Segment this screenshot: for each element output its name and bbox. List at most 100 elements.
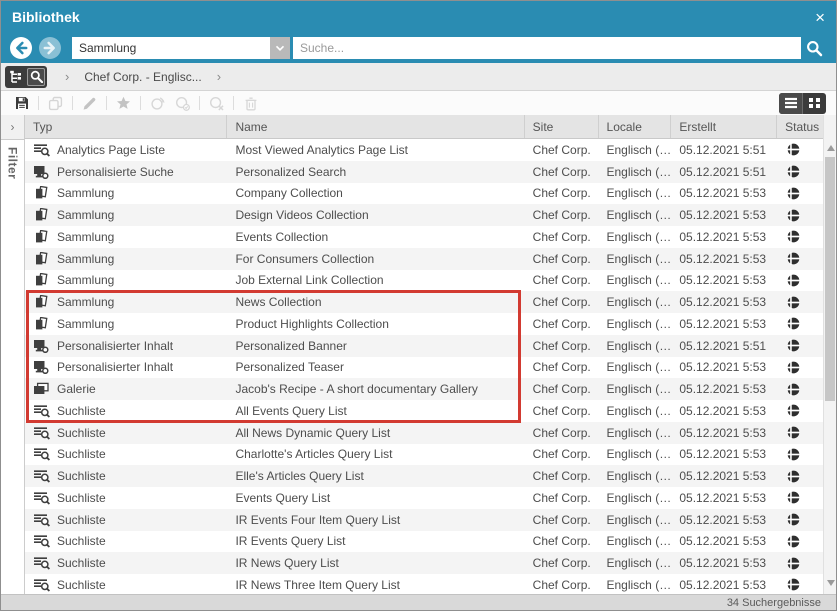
favorite-icon[interactable]: [115, 95, 132, 112]
column-header-locale[interactable]: Locale: [599, 115, 672, 138]
breadcrumb-bar: › Chef Corp. - Englisc... ›: [1, 63, 836, 91]
filter-expander-button[interactable]: ›: [1, 115, 24, 140]
table-row[interactable]: Personalisierter InhaltPersonalized Teas…: [25, 357, 823, 379]
column-header-erstellt[interactable]: Erstellt: [671, 115, 777, 138]
search-input[interactable]: [293, 37, 801, 59]
table-row[interactable]: SammlungFor Consumers CollectionChef Cor…: [25, 248, 823, 270]
cell-created: 05.12.2021 5:51: [671, 165, 777, 179]
table-row[interactable]: SammlungNews CollectionChef Corp.Englisc…: [25, 291, 823, 313]
table-row[interactable]: Personalisierte Suche Personalized Search…: [25, 161, 823, 183]
status-icon: [777, 317, 823, 330]
column-header-name[interactable]: Name: [227, 115, 524, 138]
table-row[interactable]: Analytics Page ListeMost Viewed Analytic…: [25, 139, 823, 161]
type-filter-dropdown[interactable]: [72, 37, 290, 59]
table-row[interactable]: SammlungDesign Videos CollectionChef Cor…: [25, 204, 823, 226]
cell-created: 05.12.2021 5:51: [671, 143, 777, 157]
cell-site: Chef Corp.: [525, 252, 599, 266]
cell-locale: Englisch (…: [599, 404, 672, 418]
withdraw-icon[interactable]: [149, 95, 166, 112]
cell-created: 05.12.2021 5:53: [671, 230, 777, 244]
scroll-down-icon[interactable]: [827, 580, 835, 586]
status-icon: [777, 230, 823, 243]
cell-site: Chef Corp.: [525, 382, 599, 396]
cell-created: 05.12.2021 5:53: [671, 534, 777, 548]
cell-name: Personalized Teaser: [227, 360, 524, 374]
action-toolbar: [1, 91, 836, 115]
table-row[interactable]: GalerieJacob's Recipe - A short document…: [25, 378, 823, 400]
cell-typ: Personalisierter Inhalt: [25, 360, 227, 374]
table-row[interactable]: SuchlisteCharlotte's Articles Query List…: [25, 444, 823, 466]
status-icon: [777, 187, 823, 200]
column-header-status[interactable]: Status: [777, 115, 823, 138]
type-label: Personalisierte Suche: [57, 165, 174, 179]
filter-panel-label[interactable]: Filter: [6, 147, 20, 179]
window-title: Bibliothek: [12, 9, 80, 25]
table-body: Analytics Page ListeMost Viewed Analytic…: [25, 139, 823, 594]
cell-name: Product Highlights Collection: [227, 317, 524, 331]
table-row[interactable]: SammlungCompany CollectionChef Corp.Engl…: [25, 183, 823, 205]
list-view-icon[interactable]: [779, 93, 802, 114]
table-row[interactable]: SuchlisteEvents Query ListChef Corp.Engl…: [25, 487, 823, 509]
table-row[interactable]: SuchlisteAll News Dynamic Query ListChef…: [25, 422, 823, 444]
save-icon[interactable]: [13, 95, 30, 112]
approve-icon[interactable]: [174, 95, 191, 112]
table-row[interactable]: SammlungEvents CollectionChef Corp.Engli…: [25, 226, 823, 248]
cell-site: Chef Corp.: [525, 469, 599, 483]
table-row[interactable]: SuchlisteAll Events Query ListChef Corp.…: [25, 400, 823, 422]
collection-icon: [33, 230, 51, 244]
search-list-icon: [33, 578, 51, 592]
table-row[interactable]: SuchlisteIR Events Query ListChef Corp.E…: [25, 531, 823, 553]
cell-site: Chef Corp.: [525, 404, 599, 418]
remove-localization-icon[interactable]: [208, 95, 225, 112]
chevron-down-icon[interactable]: [270, 37, 290, 59]
close-icon[interactable]: ×: [815, 9, 825, 26]
search-toolbar: [1, 33, 836, 63]
type-filter-input[interactable]: [72, 37, 270, 59]
column-header-site[interactable]: Site: [525, 115, 599, 138]
search-icon[interactable]: [801, 37, 827, 59]
copy-icon[interactable]: [47, 95, 64, 112]
breadcrumb[interactable]: Chef Corp. - Englisc...: [84, 70, 201, 84]
cell-site: Chef Corp.: [525, 165, 599, 179]
cell-name: Personalized Search: [227, 165, 524, 179]
cell-typ: Sammlung: [25, 252, 227, 266]
delete-icon[interactable]: [242, 95, 259, 112]
table-row[interactable]: SuchlisteElle's Articles Query ListChef …: [25, 465, 823, 487]
cell-site: Chef Corp.: [525, 491, 599, 505]
search-mode-icon[interactable]: [27, 68, 45, 86]
type-label: Suchliste: [57, 578, 106, 592]
tree-view-icon[interactable]: [7, 68, 25, 86]
library-window: Bibliothek × › Chef Corp. - Englisc... ›: [0, 0, 837, 611]
vertical-scrollbar[interactable]: [823, 115, 836, 594]
type-label: Sammlung: [57, 252, 114, 266]
table-row[interactable]: SuchlisteIR News Query ListChef Corp.Eng…: [25, 552, 823, 574]
column-header-typ[interactable]: Typ: [25, 115, 227, 138]
table-row[interactable]: Personalisierter InhaltPersonalized Bann…: [25, 335, 823, 357]
scroll-up-icon[interactable]: [827, 145, 835, 151]
table-row[interactable]: SammlungProduct Highlights CollectionChe…: [25, 313, 823, 335]
cell-locale: Englisch (…: [599, 513, 672, 527]
cell-typ: Analytics Page Liste: [25, 143, 227, 157]
breadcrumb-separator[interactable]: ›: [217, 69, 221, 84]
cell-typ: Sammlung: [25, 208, 227, 222]
table-row[interactable]: SuchlisteIR News Three Item Query ListCh…: [25, 574, 823, 594]
scrollbar-thumb[interactable]: [825, 157, 835, 401]
cell-created: 05.12.2021 5:53: [671, 273, 777, 287]
table-row[interactable]: SammlungJob External Link CollectionChef…: [25, 270, 823, 292]
back-button[interactable]: [10, 37, 32, 59]
search-input-wrap: [293, 37, 801, 59]
type-label: Suchliste: [57, 404, 106, 418]
personalized-icon: [33, 165, 51, 179]
cell-typ: Suchliste: [25, 469, 227, 483]
table-row[interactable]: SuchlisteIR Events Four Item Query ListC…: [25, 509, 823, 531]
search-list-icon: [33, 491, 51, 505]
status-icon: [777, 165, 823, 178]
collection-icon: [33, 295, 51, 309]
thumbnail-view-icon[interactable]: [802, 93, 826, 114]
cell-created: 05.12.2021 5:53: [671, 317, 777, 331]
edit-icon[interactable]: [81, 95, 98, 112]
cell-typ: Suchliste: [25, 534, 227, 548]
cell-created: 05.12.2021 5:53: [671, 208, 777, 222]
view-toggle: [779, 93, 826, 114]
cell-locale: Englisch (…: [599, 360, 672, 374]
